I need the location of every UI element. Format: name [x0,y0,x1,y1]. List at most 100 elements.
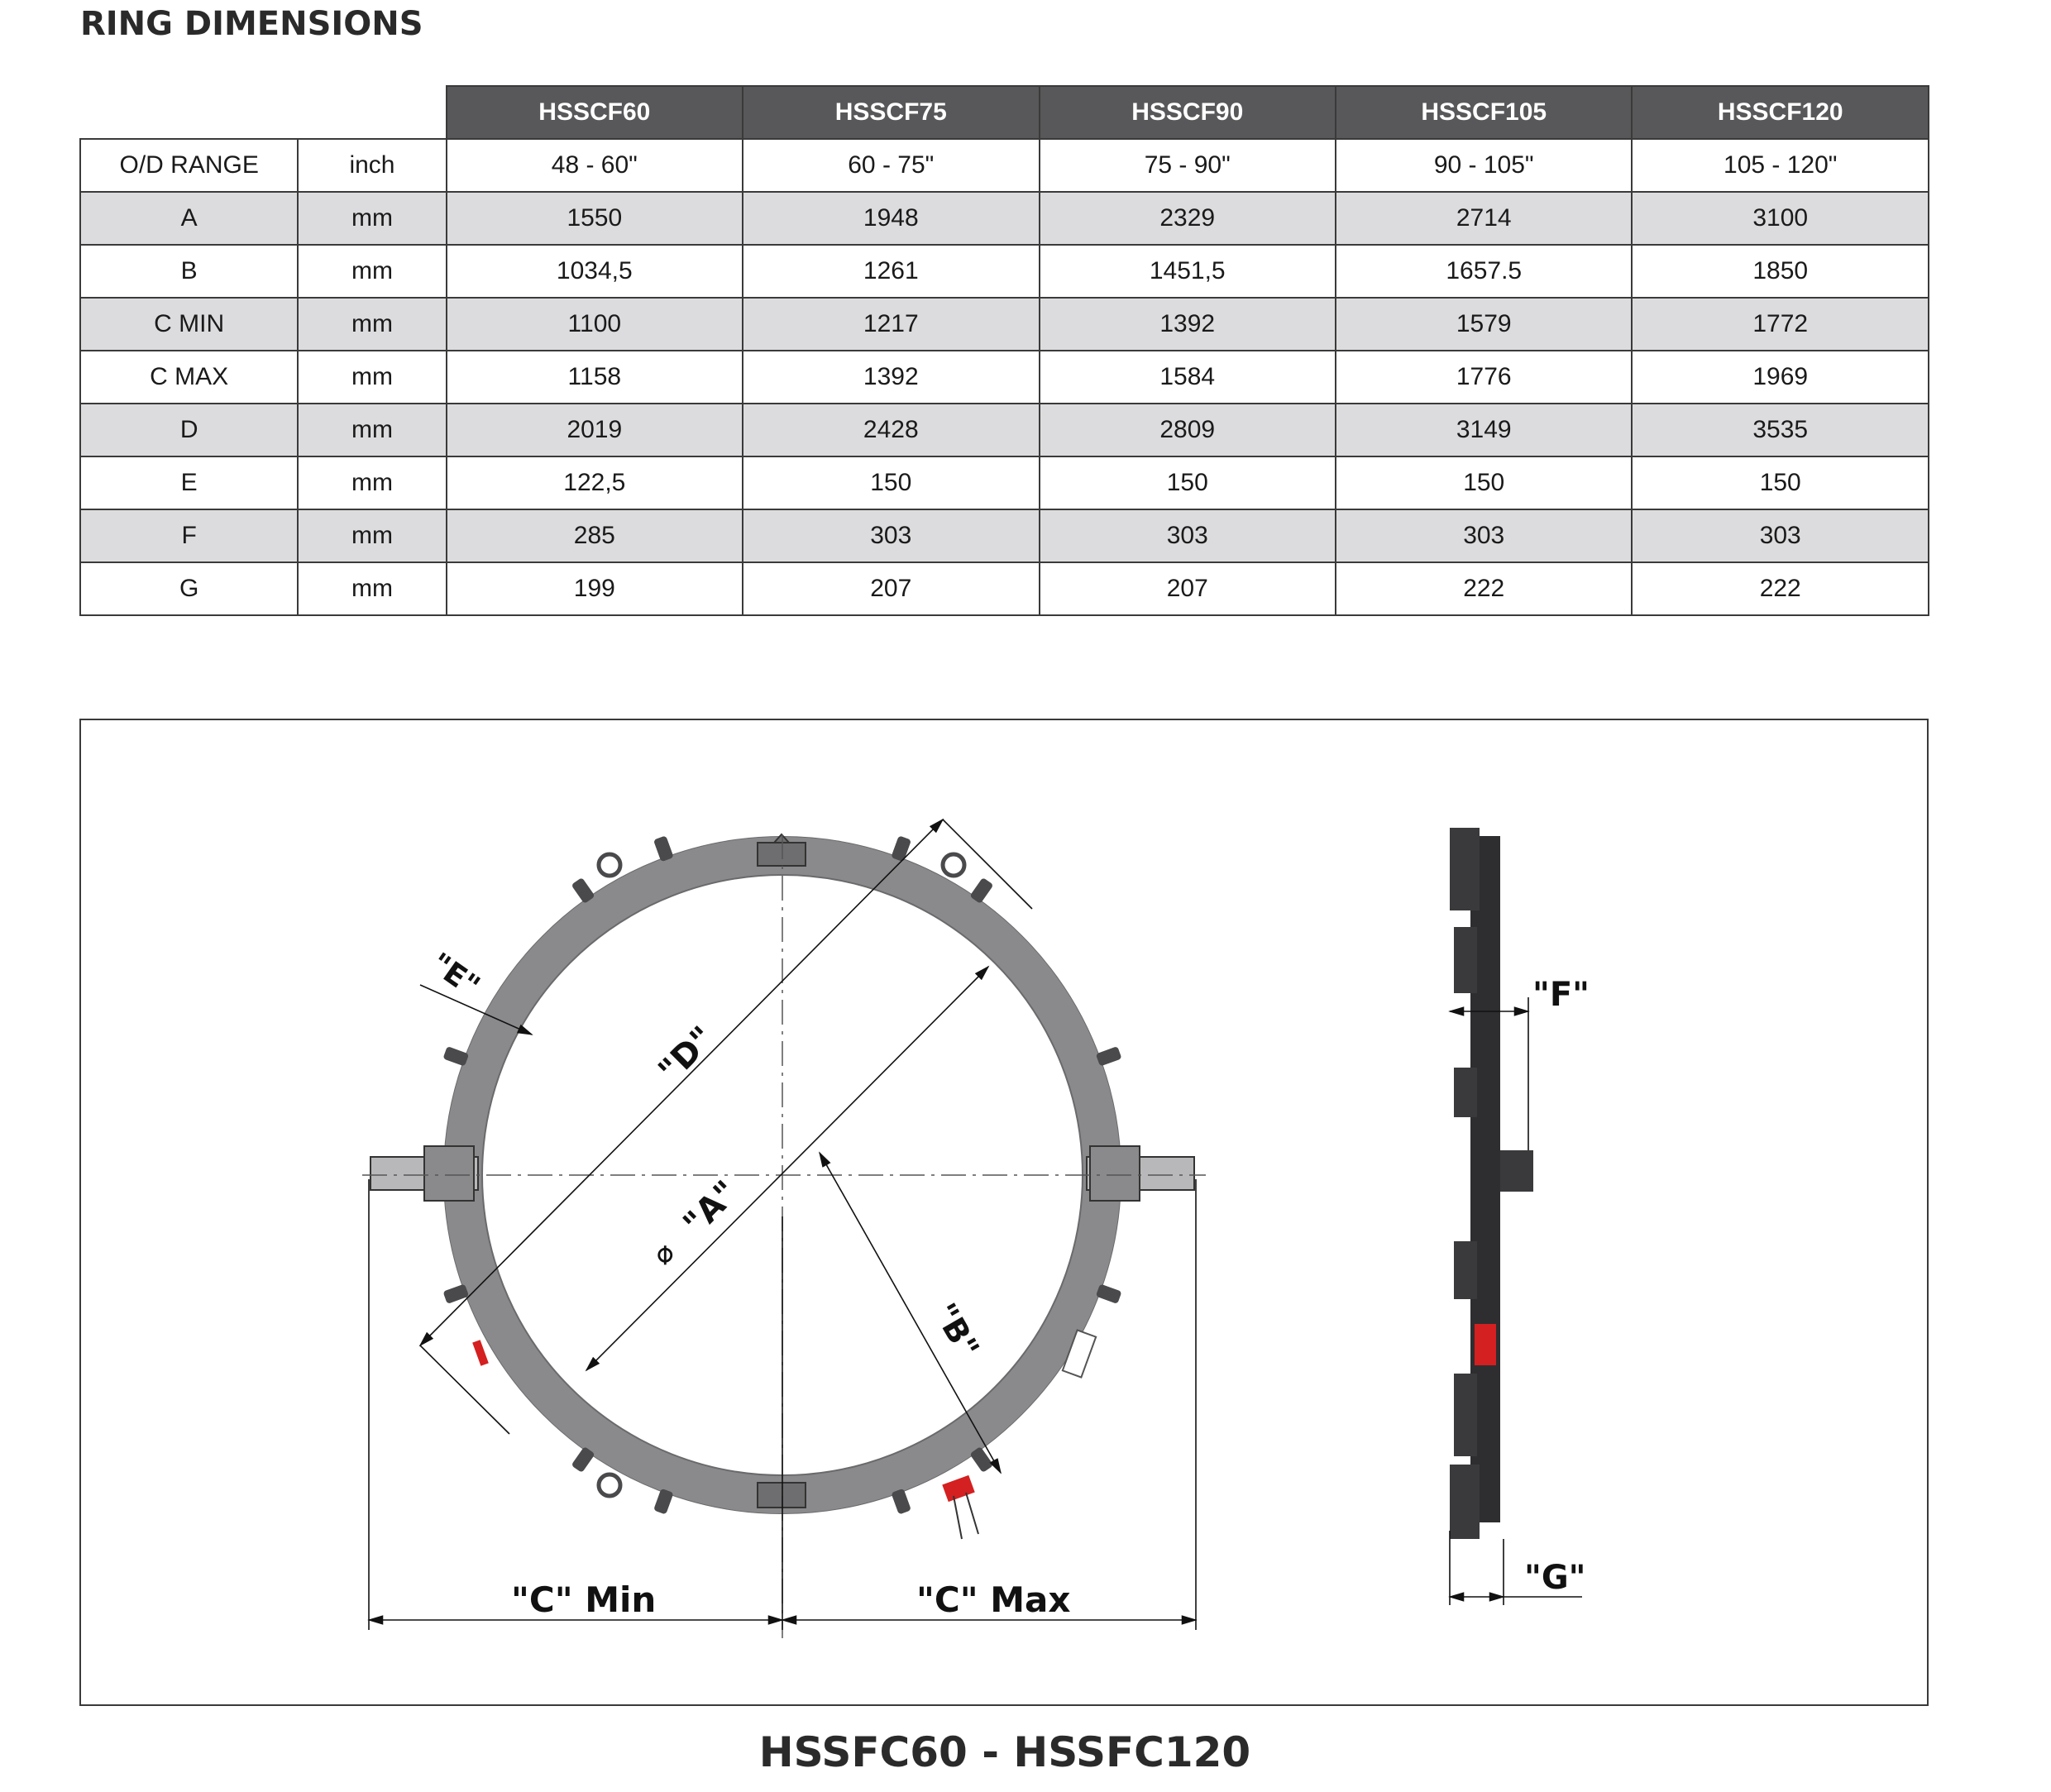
table-cell: 303 [1038,509,1336,563]
table-cell: 199 [445,561,744,616]
table-cell: 1969 [1631,350,1929,404]
table-cell: 1657.5 [1334,244,1633,299]
table-cell: 1584 [1038,350,1336,404]
row-label: D [79,403,299,457]
ring-dimensions-table: HSSCF60 HSSCF75 HSSCF90 HSSCF105 HSSCF12… [79,85,1929,616]
model-header: HSSCF120 [1631,85,1929,140]
table-cell: 1217 [742,297,1040,351]
model-header: HSSCF75 [742,85,1040,140]
dim-label-g: "G" [1524,1559,1586,1597]
row-unit: mm [297,191,447,246]
model-header: HSSCF60 [445,85,744,140]
row-unit: inch [297,138,447,193]
table-cell: 1776 [1334,350,1633,404]
table-row: Bmm 1034,5 1261 1451,5 1657.5 1850 [79,244,1929,299]
table-cell: 3149 [1334,403,1633,457]
dim-label-e: "E" [424,947,485,1004]
table-cell: 150 [1334,456,1633,510]
dim-label-f: "F" [1532,976,1590,1014]
table-row: Amm 1550 1948 2329 2714 3100 [79,191,1929,246]
table-cell: 1034,5 [445,244,744,299]
header-blank [298,86,446,139]
ring-stud [892,1489,911,1514]
table-cell: 150 [742,456,1040,510]
table-cell: 2714 [1334,191,1633,246]
side-view-red-part [1475,1324,1496,1365]
table-cell: 150 [1631,456,1929,510]
row-unit: mm [297,509,447,563]
table-cell: 207 [742,561,1040,616]
table-row: Emm 122,5 150 150 150 150 [79,456,1929,510]
row-label: E [79,456,299,510]
table-cell: 303 [1631,509,1929,563]
table-cell: 48 - 60" [445,138,744,193]
table-cell: 60 - 75" [742,138,1040,193]
table-cell: 1158 [445,350,744,404]
table-cell: 1579 [1334,297,1633,351]
table-cell: 122,5 [445,456,744,510]
ring-stud [443,1047,469,1066]
dim-label-c-max: "C" Max [916,1579,1070,1620]
table-row: Fmm 285 303 303 303 303 [79,509,1929,563]
table-row: C MAX mm 1158 1392 1584 1776 1969 [79,350,1929,404]
ring-stud [892,836,911,862]
table-cell: 2019 [445,403,744,457]
table-cell: 222 [1631,561,1929,616]
row-unit: mm [297,350,447,404]
table-cell: 1948 [742,191,1040,246]
table-cell: 1392 [1038,297,1336,351]
row-label: A [79,191,299,246]
table-cell: 90 - 105" [1334,138,1633,193]
table-cell: 1772 [1631,297,1929,351]
table-cell: 1100 [445,297,744,351]
model-header: HSSCF90 [1038,85,1336,140]
row-label: C MIN [79,297,299,351]
table-cell: 3100 [1631,191,1929,246]
header-blank [80,86,298,139]
table-header-row: HSSCF60 HSSCF75 HSSCF90 HSSCF105 HSSCF12… [80,85,1929,140]
table-cell: 303 [742,509,1040,563]
row-unit: mm [297,297,447,351]
row-label: G [79,561,299,616]
table-cell: 150 [1038,456,1336,510]
table-cell: 2809 [1038,403,1336,457]
red-handle-levers [953,1492,979,1540]
table-cell: 303 [1334,509,1633,563]
row-unit: mm [297,403,447,457]
row-label: B [79,244,299,299]
table-cell: 75 - 90" [1038,138,1336,193]
table-cell: 2329 [1038,191,1336,246]
ring-front-view: "D" "A" ⌀ "B" "E" "C" Min "C" Max [362,818,1206,1638]
table-row: Dmm 2019 2428 2809 3149 3535 [79,403,1929,457]
ring-stud [654,836,673,862]
table-cell: 222 [1334,561,1633,616]
row-unit: mm [297,561,447,616]
table-cell: 105 - 120" [1631,138,1929,193]
table-cell: 207 [1038,561,1336,616]
table-row: Gmm 199 207 207 222 222 [79,561,1929,616]
dim-label-c-min: "C" Min [511,1579,656,1620]
row-label: O/D RANGE [79,138,299,193]
table-cell: 1550 [445,191,744,246]
ring-side-view: "F" "G" [1448,828,1590,1605]
table-cell: 1261 [742,244,1040,299]
table-cell: 1451,5 [1038,244,1336,299]
table-cell: 2428 [742,403,1040,457]
table-row: C MIN mm 1100 1217 1392 1579 1772 [79,297,1929,351]
table-cell: 3535 [1631,403,1929,457]
ring-stud [1096,1047,1121,1066]
row-unit: mm [297,244,447,299]
ring-drawing-svg: "D" "A" ⌀ "B" "E" "C" Min "C" Max "F" "G… [362,818,1590,1638]
ring-stud [1096,1284,1121,1303]
model-header: HSSCF105 [1334,85,1633,140]
table-cell: 1392 [742,350,1040,404]
table-cell: 1850 [1631,244,1929,299]
ring-stud [654,1489,673,1514]
row-label: C MAX [79,350,299,404]
drawing-caption: HSSFC60 - HSSFC120 [758,1728,1251,1776]
table-cell: 285 [445,509,744,563]
ring-drawing: "D" "A" ⌀ "B" "E" "C" Min "C" Max "F" "G… [79,719,1929,1706]
row-label: F [79,509,299,563]
row-unit: mm [297,456,447,510]
table-row: O/D RANGE inch 48 - 60" 60 - 75" 75 - 90" 90 … [79,138,1929,193]
